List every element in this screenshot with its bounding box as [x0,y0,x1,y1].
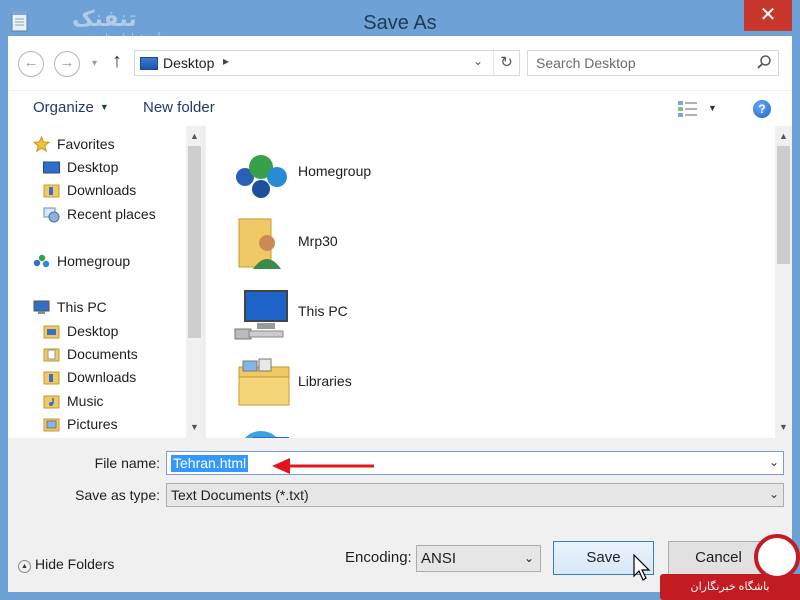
file-name-field[interactable]: Tehran.html ⌄ [166,451,784,475]
sidebar-item-label: Desktop [67,159,119,175]
sidebar-item-label: Downloads [67,182,137,198]
sidebar-item-label: Pictures [67,416,118,432]
brand-badge: باشگاه خبرنگاران [660,534,800,600]
save-as-window: تنفنک آموزش ابزار برنامه نویسی Save As ✕… [0,0,800,600]
organize-button[interactable]: Organize ▼ [33,99,109,116]
homegroup-icon [33,254,50,268]
star-icon [33,136,50,153]
forward-button[interactable]: → [54,51,80,77]
downloads-folder-icon [43,184,60,198]
sidebar-item-label: Recent places [67,206,156,222]
file-name-value[interactable]: Tehran.html [171,455,249,472]
list-item-label: Libraries [298,373,352,389]
chevron-right-icon[interactable]: ▸ [223,54,229,68]
list-item-libraries[interactable]: Libraries [231,353,531,413]
close-button[interactable]: ✕ [744,0,792,31]
user-folder-icon [238,218,281,269]
chevron-down-icon[interactable]: ⌄ [769,487,779,501]
sidebar-item-label: Downloads [67,369,137,385]
scroll-thumb[interactable] [188,146,201,338]
encoding-value: ANSI [421,550,457,567]
save-type-label: Save as type: [75,487,160,503]
sidebar-item-label: Music [67,393,104,409]
collapse-up-icon: ▲ [18,560,31,573]
folder-icon [43,325,60,339]
downloads-folder-icon [43,371,60,385]
chevron-down-icon[interactable]: ⌄ [473,54,483,68]
music-folder-icon [43,395,60,409]
computer-icon [33,300,50,314]
scroll-thumb[interactable] [777,146,790,264]
new-folder-button[interactable]: New folder [143,99,215,116]
desktop-icon [43,161,60,174]
breadcrumb-desktop[interactable]: Desktop [163,55,214,71]
libraries-folder-icon [238,358,290,406]
list-item-network[interactable] [231,423,531,438]
brand-logo-icon [754,534,800,580]
list-item-this-pc[interactable]: This PC [231,283,531,343]
recent-locations-dropdown-icon[interactable]: ▾ [92,58,97,69]
organize-label: Organize [33,99,94,116]
save-type-select[interactable]: Text Documents (*.txt) ⌄ [166,483,784,507]
scroll-up-arrow-icon[interactable]: ▲ [186,128,203,145]
documents-folder-icon [43,348,60,362]
help-icon[interactable]: ? [753,100,771,118]
save-type-value: Text Documents (*.txt) [171,487,309,503]
address-bar[interactable]: Desktop ▸ ⌄ ↻ [134,50,520,76]
hide-folders-label: Hide Folders [35,556,115,572]
search-icon[interactable] [756,54,772,70]
homegroup-icon [236,155,287,198]
sidebar-item-label: Homegroup [57,253,131,269]
sidebar-item-label: Desktop [67,323,119,339]
window-title: Save As [363,12,437,34]
hide-folders-button[interactable]: ▲ Hide Folders [18,556,114,573]
sidebar-item-label: This PC [57,299,107,315]
encoding-label: Encoding: [345,549,412,566]
pictures-folder-icon [43,418,60,432]
network-icon [244,431,289,438]
list-item-label: Homegroup [298,163,372,179]
sidebar-scrollbar[interactable]: ▲ ▼ [186,126,203,438]
file-list-pane: Homegroup Mrp30 This PC Libraries ▲ ▼ [206,126,792,438]
scroll-up-arrow-icon[interactable]: ▲ [775,128,792,145]
mouse-cursor-icon [633,554,651,581]
computer-icon [234,290,288,340]
caret-down-icon: ▼ [99,102,109,112]
file-list-scrollbar[interactable]: ▲ ▼ [775,126,792,438]
navigation-pane: Favorites Desktop Downloads Recent place… [8,126,204,438]
refresh-icon[interactable]: ↻ [493,51,519,75]
encoding-select[interactable]: ANSI ⌄ [416,545,541,572]
sidebar-item-label: Documents [67,346,138,362]
chevron-down-icon: ⌄ [523,551,534,565]
up-arrow-icon[interactable]: ↑ [112,50,122,73]
dialog-client: ← → ▾ ↑ Desktop ▸ ⌄ ↻ Organize ▼ [8,36,792,592]
file-fields: File name: Tehran.html ⌄ Save as type: T… [8,438,792,512]
search-box [527,50,779,76]
list-item-homegroup[interactable]: Homegroup [231,143,531,203]
chevron-down-icon[interactable]: ⌄ [769,455,779,469]
recent-places-icon [43,207,60,223]
navigation-bar: ← → ▾ ↑ Desktop ▸ ⌄ ↻ [8,36,792,90]
command-bar: Organize ▼ New folder ▼ ? [8,90,792,126]
scroll-down-arrow-icon[interactable]: ▼ [186,419,203,436]
back-button[interactable]: ← [18,51,44,77]
list-item-label: Mrp30 [298,233,338,249]
sidebar-item-label: Favorites [57,136,115,152]
scroll-down-arrow-icon[interactable]: ▼ [775,419,792,436]
annotation-arrow-icon [272,458,374,474]
file-name-label: File name: [94,455,160,471]
desktop-icon [140,57,158,70]
view-options-icon[interactable] [677,99,699,119]
list-item-label: This PC [298,303,348,319]
search-input[interactable] [528,51,748,75]
list-item-mrp30[interactable]: Mrp30 [231,213,531,273]
view-dropdown-icon[interactable]: ▼ [708,103,717,113]
